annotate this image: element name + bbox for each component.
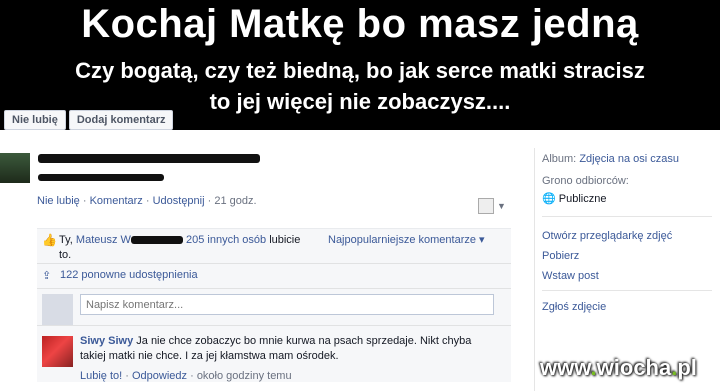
comment-reply-link[interactable]: Odpowiedz <box>132 370 187 382</box>
comment-input[interactable] <box>80 294 494 315</box>
comment-sort-dropdown[interactable]: Najpopularniejsze komentarze ▾ <box>328 233 485 246</box>
report-photo-link[interactable]: Zgłoś zdjęcie <box>542 301 606 313</box>
photo-actions: Nie lubię Dodaj komentarz <box>4 110 176 130</box>
audience-selector-icon[interactable] <box>478 198 494 214</box>
album-label: Album: <box>542 153 577 165</box>
user-avatar <box>42 294 73 325</box>
audience-text: Publiczne <box>558 193 607 205</box>
compose-row <box>37 289 511 326</box>
likes-text: Ty, Mateusz W 205 innych osób lubicie to… <box>59 233 329 263</box>
likes-prefix: Ty, <box>59 234 73 246</box>
photo-text-line-2: Czy bogatą, czy też biedną, bo jak serce… <box>75 58 645 83</box>
share-icon: ⇪ <box>42 270 52 282</box>
redacted-caption <box>38 154 260 163</box>
audience-value: 🌐 Publiczne <box>542 192 606 205</box>
comment-item: Siwy Siwy Ja nie chce zobaczyc bo mnie k… <box>37 326 511 382</box>
likes-suffix: lubicie <box>269 234 301 246</box>
author-avatar[interactable] <box>0 153 30 183</box>
post-unlike-link[interactable]: Nie lubię <box>37 195 80 207</box>
sidebar-separator-2 <box>542 290 712 291</box>
shares-row: ⇪ 122 ponowne udostępnienia <box>37 264 511 289</box>
likers-others-link[interactable]: 205 innych osób <box>186 234 266 246</box>
chevron-down-icon[interactable]: ▼ <box>497 201 506 211</box>
comment-author-link[interactable]: Siwy Siwy <box>80 335 133 347</box>
comment-time: około godziny temu <box>196 370 292 382</box>
likes-suffix-2: to. <box>59 249 72 261</box>
site-watermark: www.wiocha.pl <box>540 355 697 380</box>
photo-text-line-1: Kochaj Matkę bo masz jedną <box>81 2 639 46</box>
photo-unlike-button[interactable]: Nie lubię <box>4 110 66 130</box>
commenter-avatar[interactable] <box>42 336 73 367</box>
audience-label: Grono odbiorców: <box>542 175 629 187</box>
comment-text: Ja nie chce zobaczyc bo mnie kurwa na ps… <box>80 335 472 362</box>
liker-name-link[interactable]: Mateusz W <box>76 234 131 246</box>
post-comment-link[interactable]: Komentarz <box>90 195 143 207</box>
thumbs-up-icon: 👍 <box>42 233 57 247</box>
post-time: 21 godz. <box>214 195 257 207</box>
album-link[interactable]: Zdjęcia na osi czasu <box>579 153 679 165</box>
likes-row: 👍 Ty, Mateusz W 205 innych osób lubicie … <box>37 229 511 264</box>
comment-body: Siwy Siwy Ja nie chce zobaczyc bo mnie k… <box>80 334 500 364</box>
shares-link[interactable]: 122 ponowne udostępnienia <box>60 269 198 281</box>
redacted-name <box>130 236 183 245</box>
redacted-caption-2 <box>38 174 164 181</box>
download-link[interactable]: Pobierz <box>542 250 579 262</box>
open-viewer-link[interactable]: Otwórz przeglądarkę zdjęć <box>542 230 672 242</box>
sidebar-divider <box>534 148 535 391</box>
post-meta: Nie lubię · Komentarz · Udostępnij · 21 … <box>37 195 257 207</box>
comment-actions: Lubię to! · Odpowiedz · około godziny te… <box>80 370 292 382</box>
sidebar-separator <box>542 216 712 217</box>
post-share-link[interactable]: Udostępnij <box>153 195 205 207</box>
feedback-box: 👍 Ty, Mateusz W 205 innych osób lubicie … <box>37 228 511 382</box>
globe-icon: 🌐 <box>542 193 556 205</box>
album-row: Album: Zdjęcia na osi czasu <box>542 153 679 165</box>
photo-add-comment-button[interactable]: Dodaj komentarz <box>68 110 174 130</box>
comment-like-link[interactable]: Lubię to! <box>80 370 122 382</box>
embed-post-link[interactable]: Wstaw post <box>542 270 599 282</box>
